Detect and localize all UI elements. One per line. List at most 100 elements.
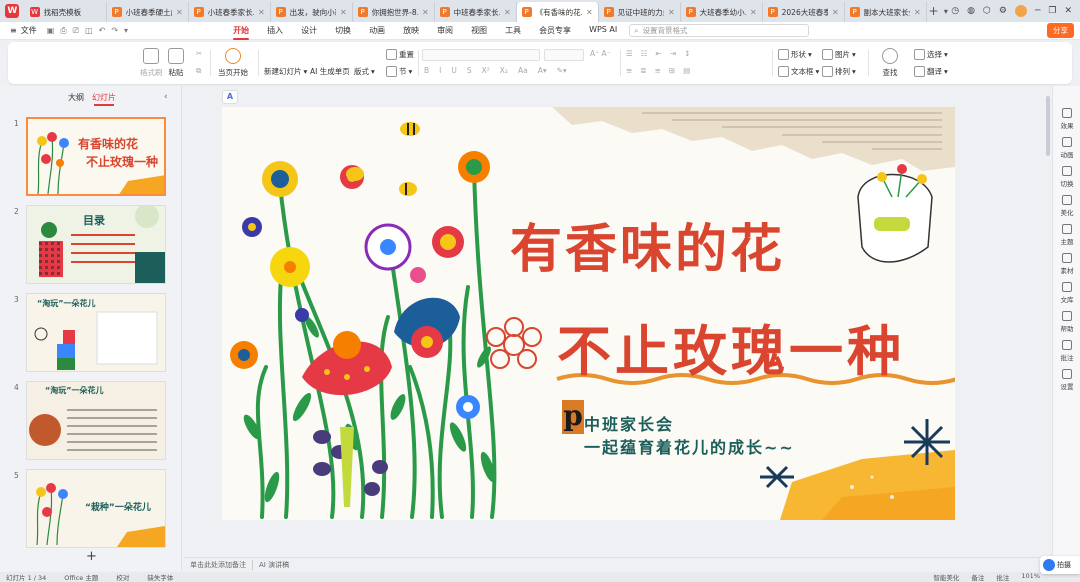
- redo-icon[interactable]: ↷: [111, 26, 118, 36]
- slide-subtitle-line1[interactable]: 中班家长会: [584, 411, 674, 435]
- tab-document[interactable]: P中班春季家长… ✕: [435, 2, 517, 22]
- sidebar-item[interactable]: 切换: [1053, 166, 1080, 188]
- slide-subtitle-line2[interactable]: 一起蕴育着花儿的成长~~: [584, 434, 795, 458]
- select-button[interactable]: 选择 ▾: [914, 49, 948, 60]
- menu-tab[interactable]: 设计: [301, 25, 317, 36]
- sidebar-item[interactable]: 美化: [1053, 195, 1080, 217]
- close-tab-icon[interactable]: ✕: [914, 8, 921, 17]
- history-icon[interactable]: ◷: [951, 6, 959, 16]
- arrange-button[interactable]: 排列 ▾: [822, 66, 856, 77]
- picture-button[interactable]: 图片 ▾: [822, 49, 856, 60]
- close-tab-icon[interactable]: ✕: [422, 8, 429, 17]
- sidebar-item[interactable]: 效果: [1053, 108, 1080, 130]
- tab-document[interactable]: P小班春季硬土成… ✕: [107, 2, 189, 22]
- wps-logo-icon[interactable]: W: [0, 0, 25, 22]
- capture-float-button[interactable]: 拍摄: [1040, 556, 1080, 574]
- maximize-icon[interactable]: ❐: [1048, 6, 1056, 16]
- app-center-icon[interactable]: ⬡: [983, 6, 991, 16]
- tab-document[interactable]: P2026大班春季… ✕: [763, 2, 845, 22]
- menu-tab[interactable]: 切换: [335, 25, 351, 36]
- tab-outline[interactable]: 大纲: [68, 92, 84, 103]
- close-tab-icon[interactable]: ✕: [340, 8, 347, 17]
- notes-input[interactable]: 单击此处添加备注: [190, 560, 246, 570]
- ai-generate-button[interactable]: AI 生成单页: [310, 66, 350, 77]
- sidebar-item[interactable]: 素材: [1053, 253, 1080, 275]
- tab-document[interactable]: P《有香味的花… ✕: [516, 2, 599, 22]
- slide-thumbnail-5[interactable]: “栽种”一朵花儿: [26, 469, 166, 548]
- print-icon[interactable]: ⎚: [73, 26, 79, 36]
- tab-document[interactable]: W 找稻壳模板: [25, 2, 107, 22]
- format-painter-button[interactable]: 格式刷: [140, 48, 163, 78]
- add-slide-button[interactable]: +: [86, 549, 97, 564]
- share-button[interactable]: 分享: [1047, 23, 1074, 38]
- sidebar-item[interactable]: 文库: [1053, 282, 1080, 304]
- font-style-buttons[interactable]: B I U S X² X₂ Aa A▾ ✎▾: [424, 66, 567, 75]
- menu-tab[interactable]: 插入: [267, 25, 283, 36]
- missing-font-button[interactable]: 缺失字体: [147, 572, 173, 582]
- menu-tab[interactable]: 放映: [403, 25, 419, 36]
- close-tab-icon[interactable]: ✕: [504, 8, 511, 17]
- slide-title-line1[interactable]: 有香味的花: [510, 207, 785, 282]
- sidebar-item[interactable]: 动画: [1053, 137, 1080, 159]
- shape-button[interactable]: 形状 ▾: [778, 49, 812, 60]
- paste-button[interactable]: 粘贴: [168, 48, 184, 78]
- save-icon[interactable]: ▣: [47, 26, 55, 36]
- close-icon[interactable]: ✕: [1064, 6, 1072, 16]
- export-pdf-icon[interactable]: ⎙: [60, 26, 66, 36]
- translate-button[interactable]: 翻译 ▾: [914, 66, 948, 77]
- copy-button[interactable]: ⧉: [196, 66, 201, 76]
- theme-name[interactable]: Office 主题: [64, 572, 98, 582]
- close-tab-icon[interactable]: ✕: [176, 8, 183, 17]
- menu-tab[interactable]: 动画: [369, 25, 385, 36]
- sidebar-item[interactable]: 批注: [1053, 340, 1080, 362]
- proofread-button[interactable]: 校对: [116, 572, 129, 582]
- slide-canvas[interactable]: 有香味的花 不止玫瑰一种 p 中班家长会 一起蕴育着花儿的成长~~: [222, 107, 955, 520]
- paragraph-align-buttons[interactable]: ≡ ≣ ≡ ⊞ ▤: [626, 66, 690, 75]
- font-size-select[interactable]: [544, 49, 584, 61]
- menu-tab[interactable]: 工具: [505, 25, 521, 36]
- close-tab-icon[interactable]: ✕: [586, 8, 593, 17]
- play-from-current-button[interactable]: 当页开始: [218, 48, 248, 78]
- tab-document[interactable]: P出发，驶向小班… ✕: [271, 2, 353, 22]
- reset-button[interactable]: 重置: [386, 49, 414, 60]
- close-tab-icon[interactable]: ✕: [750, 8, 757, 17]
- menu-tab[interactable]: 会员专享: [539, 25, 571, 36]
- sidebar-item[interactable]: 设置: [1053, 369, 1080, 391]
- cut-button[interactable]: ✂: [196, 49, 202, 58]
- ai-notes-button[interactable]: AI 演讲稿: [252, 559, 289, 570]
- slide-thumbnail-2[interactable]: 目录: [26, 205, 166, 284]
- close-tab-icon[interactable]: ✕: [668, 8, 675, 17]
- font-grow-button[interactable]: A⁺ A⁻: [590, 49, 611, 58]
- settings-icon[interactable]: ⚙: [999, 6, 1007, 16]
- collapse-panel-icon[interactable]: ‹: [164, 92, 168, 102]
- paragraph-list-buttons[interactable]: ☰ ☷ ⇤ ⇥ ↕: [626, 49, 690, 58]
- new-tab-button[interactable]: +: [927, 4, 941, 18]
- close-tab-icon[interactable]: ✕: [832, 8, 839, 17]
- new-slide-button[interactable]: 新建幻灯片 ▾: [264, 66, 307, 77]
- menu-tab[interactable]: WPS AI: [589, 25, 617, 36]
- sidebar-item[interactable]: 主题: [1053, 224, 1080, 246]
- skin-icon[interactable]: ◍: [967, 6, 975, 16]
- textbox-button[interactable]: 文本框 ▾: [778, 66, 819, 77]
- undo-icon[interactable]: ↶: [99, 26, 106, 36]
- close-tab-icon[interactable]: ✕: [258, 8, 265, 17]
- zoom-level[interactable]: 101%: [1021, 572, 1040, 582]
- smart-beautify-button[interactable]: 智能美化: [933, 572, 959, 582]
- slide-title-line2[interactable]: 不止玫瑰一种: [557, 307, 905, 386]
- minimize-icon[interactable]: ─: [1035, 6, 1040, 16]
- find-button[interactable]: 查找: [882, 48, 898, 78]
- slide-thumbnail-1[interactable]: 有香味的花 不止玫瑰一种: [26, 117, 166, 196]
- tab-list-chevron-icon[interactable]: ▾: [941, 7, 952, 16]
- vertical-scrollbar[interactable]: [1046, 96, 1050, 156]
- slide-thumbnail-3[interactable]: “淘玩”一朵花儿: [26, 293, 166, 372]
- font-family-select[interactable]: [422, 49, 540, 61]
- notes-button[interactable]: 备注: [971, 572, 984, 582]
- layout-button[interactable]: 版式 ▾: [354, 66, 375, 77]
- tab-slides[interactable]: 幻灯片: [92, 92, 116, 106]
- avatar[interactable]: [1014, 5, 1027, 17]
- slide-thumbnail-4[interactable]: “淘玩”一朵花儿: [26, 381, 166, 460]
- preview-icon[interactable]: ◫: [85, 26, 93, 36]
- search-box[interactable]: ⌕ 设置背景格式: [629, 24, 810, 37]
- sidebar-item[interactable]: 帮助: [1053, 311, 1080, 333]
- more-icon[interactable]: ▾: [124, 26, 128, 36]
